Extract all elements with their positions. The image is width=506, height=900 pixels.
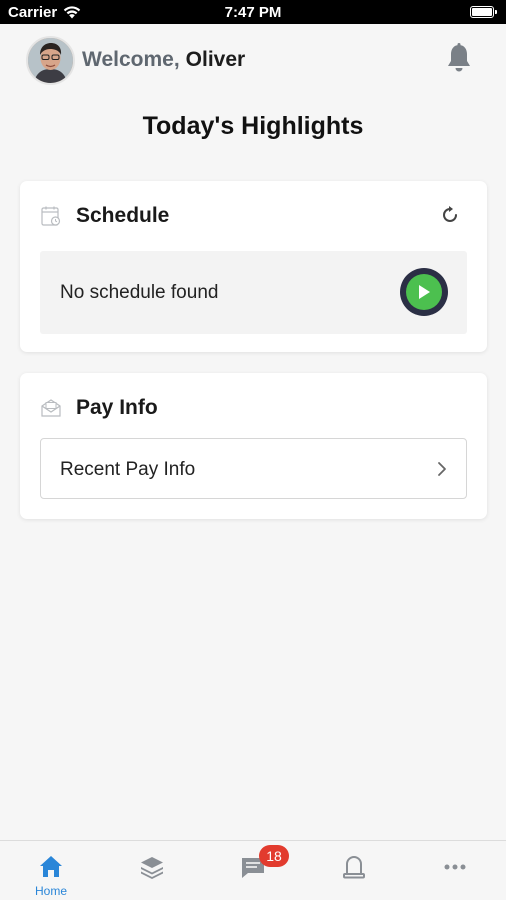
battery-icon (470, 6, 497, 18)
schedule-card: Schedule No schedule found (20, 181, 487, 352)
tab-home[interactable]: Home (1, 841, 101, 900)
schedule-empty-panel: No schedule found (40, 251, 467, 334)
schedule-card-header: Schedule (40, 181, 169, 251)
more-dots-icon (444, 864, 466, 870)
status-bar: Carrier 7:47 PM (0, 0, 506, 24)
messages-count-badge: 18 (259, 845, 289, 867)
tab-more[interactable] (405, 841, 505, 900)
layers-icon (141, 857, 163, 879)
play-icon (419, 285, 430, 299)
tab-home-label: Home (34, 884, 67, 898)
home-icon (40, 856, 62, 877)
avatar-photo (28, 38, 73, 83)
page-title: Today's Highlights (142, 112, 364, 140)
schedule-empty-text: No schedule found (60, 282, 219, 303)
schedule-title: Schedule (76, 204, 170, 227)
header: Welcome, Oliver (0, 24, 506, 94)
refresh-icon[interactable] (439, 204, 461, 226)
clock-in-play-button[interactable] (400, 268, 448, 316)
user-name: Oliver (185, 48, 246, 71)
calendar-icon (41, 206, 61, 226)
pay-info-card: Pay Info Recent Pay Info (20, 373, 487, 519)
siren-icon (343, 856, 365, 879)
pay-envelope-icon (41, 399, 61, 417)
tab-messages[interactable]: 18 (203, 841, 303, 900)
avatar[interactable] (26, 36, 75, 85)
tab-bar: Home 18 (0, 840, 506, 900)
recent-pay-info-label: Recent Pay Info (60, 459, 196, 480)
bell-icon[interactable] (444, 42, 474, 74)
tab-layers[interactable] (102, 841, 202, 900)
tab-alerts[interactable] (304, 841, 404, 900)
pay-info-title: Pay Info (76, 396, 158, 419)
status-time: 7:47 PM (224, 4, 282, 21)
pay-info-card-header: Pay Info (40, 373, 158, 443)
welcome-label: Welcome, (82, 48, 180, 71)
chevron-right-icon (438, 462, 446, 476)
recent-pay-info-row[interactable]: Recent Pay Info (40, 438, 467, 499)
welcome-text: Welcome, Oliver (82, 48, 245, 72)
